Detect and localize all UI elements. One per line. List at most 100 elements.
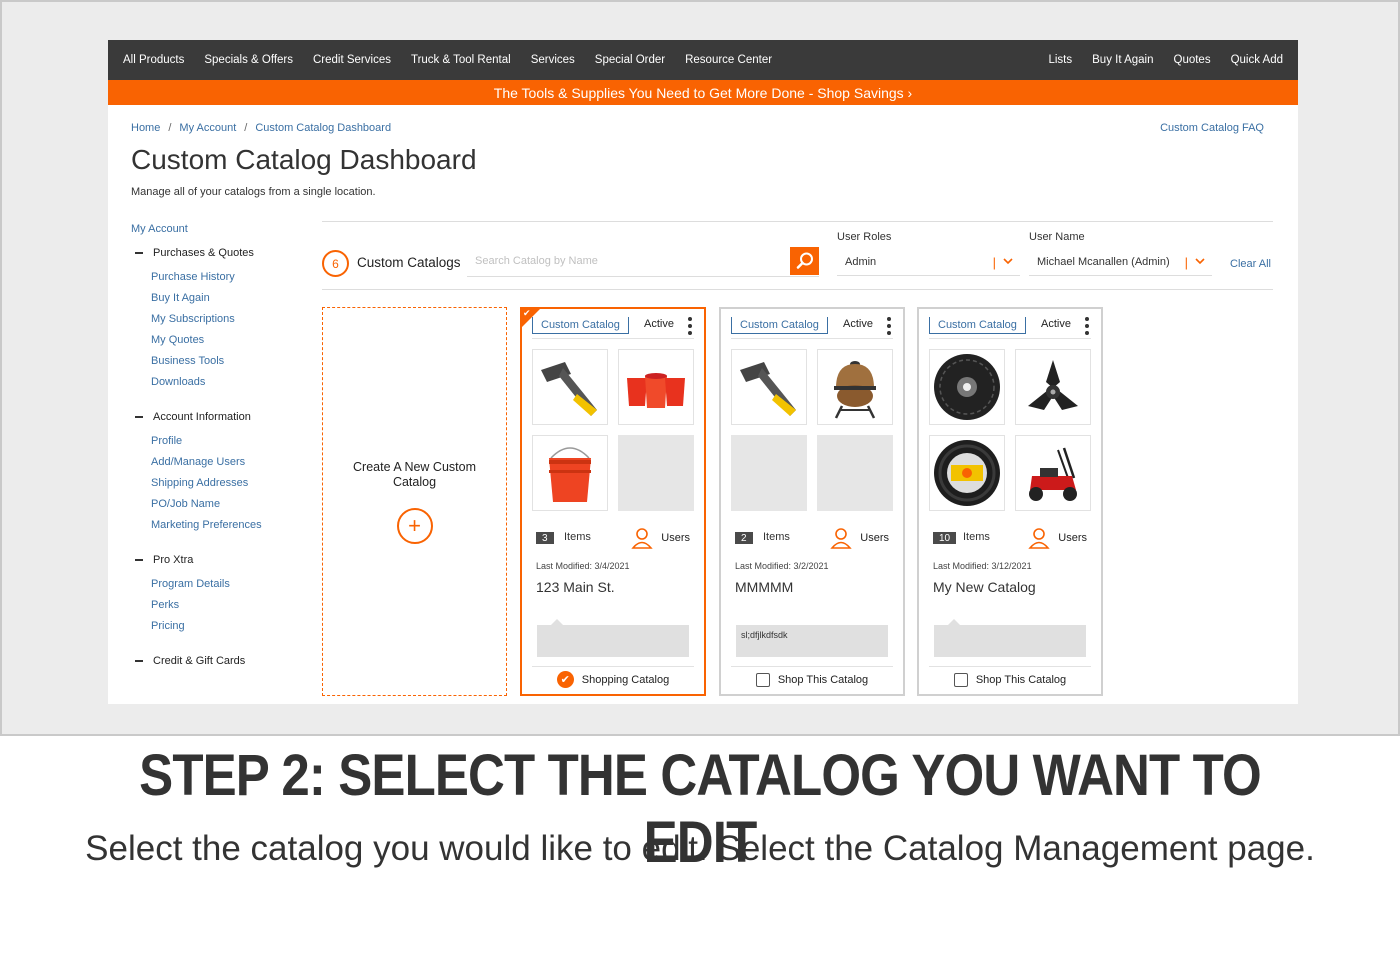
card-meta: 2 Items Users <box>735 527 889 549</box>
sidebar-item-purchase-history[interactable]: Purchase History <box>151 271 311 283</box>
divider <box>322 221 1273 222</box>
page-subtitle: Manage all of your catalogs from a singl… <box>131 186 376 198</box>
page-title: Custom Catalog Dashboard <box>131 144 477 175</box>
search-input[interactable] <box>467 247 789 275</box>
catalog-card[interactable]: ✔ Custom Catalog Active 3 Items Users La… <box>520 307 706 696</box>
sidebar-item-po-job[interactable]: PO/Job Name <box>151 498 311 510</box>
sidebar-section-pro-xtra[interactable]: Pro Xtra <box>131 554 311 566</box>
product-thumbnails <box>929 349 1091 511</box>
nav-truck-tool-rental[interactable]: Truck & Tool Rental <box>411 54 511 66</box>
shop-this-catalog-toggle[interactable]: Shop This Catalog <box>731 666 893 692</box>
screenshot-frame: All Products Specials & Offers Credit Se… <box>0 0 1400 736</box>
catalog-card[interactable]: Custom Catalog Active 2 Items Users Last… <box>719 307 905 696</box>
item-count-badge: 10 <box>933 532 957 544</box>
buckets-icon <box>627 373 685 408</box>
kebab-menu-icon[interactable] <box>1083 315 1091 339</box>
product-thumbnail <box>618 349 694 425</box>
product-thumbnail <box>731 349 807 425</box>
item-count-badge: 3 <box>536 532 554 544</box>
sidebar-item-buy-it-again[interactable]: Buy It Again <box>151 292 311 304</box>
card-header: Custom Catalog Active <box>929 317 1091 339</box>
chevron-down-icon <box>1003 258 1013 265</box>
checkbox-icon[interactable] <box>953 672 968 687</box>
collapse-icon <box>135 559 143 561</box>
users-link[interactable]: Users <box>631 527 690 549</box>
sidebar-section-account-info[interactable]: Account Information <box>131 411 311 423</box>
sidebar-item-manage-users[interactable]: Add/Manage Users <box>151 456 311 468</box>
breadcrumb-separator: / <box>168 122 172 134</box>
empty-thumbnail <box>731 435 807 511</box>
checkmark-icon: ✔ <box>523 308 531 318</box>
users-link[interactable]: Users <box>1028 527 1087 549</box>
checkmark-icon: ✔ <box>556 671 574 688</box>
sidebar-item-marketing[interactable]: Marketing Preferences <box>151 519 311 531</box>
breadcrumb-my-account[interactable]: My Account <box>179 122 236 134</box>
sidebar-item-quotes[interactable]: My Quotes <box>151 334 311 346</box>
users-label: Users <box>1058 532 1087 544</box>
hammer-icon <box>541 362 597 416</box>
nav-resource-center[interactable]: Resource Center <box>685 54 772 66</box>
clear-all-button[interactable]: Clear All <box>1230 258 1271 270</box>
shop-this-catalog-toggle[interactable]: Shop This Catalog <box>929 666 1091 692</box>
sidebar-section-credit[interactable]: Credit & Gift Cards <box>131 655 311 667</box>
user-name-label: User Name <box>1029 231 1085 243</box>
item-count-badge: 2 <box>735 532 753 544</box>
checkbox-icon[interactable] <box>755 672 770 687</box>
user-name-value: Michael Mcanallen (Admin) <box>1037 255 1170 268</box>
kebab-menu-icon[interactable] <box>885 315 893 339</box>
sidebar-item-shipping[interactable]: Shipping Addresses <box>151 477 311 489</box>
nav-credit-services[interactable]: Credit Services <box>313 54 391 66</box>
catalog-name: MMMMM <box>735 579 794 595</box>
card-header: Custom Catalog Active <box>731 317 893 339</box>
create-catalog-card[interactable]: Create A New Custom Catalog + <box>322 307 507 696</box>
nav-quick-add[interactable]: Quick Add <box>1231 54 1283 66</box>
product-thumbnails <box>731 349 893 511</box>
card-footer-label: Shopping Catalog <box>581 673 670 686</box>
sidebar-item-subscriptions[interactable]: My Subscriptions <box>151 313 311 325</box>
catalog-description <box>934 619 1086 657</box>
nav-buy-it-again[interactable]: Buy It Again <box>1092 54 1153 66</box>
user-roles-label: User Roles <box>837 231 892 243</box>
hose-icon <box>934 440 1000 506</box>
product-thumbnail <box>817 349 893 425</box>
step-description: Select the catalog you would like to edi… <box>85 829 1315 868</box>
promo-text: The Tools & Supplies You Need to Get Mor… <box>493 84 913 101</box>
collapse-icon <box>135 252 143 254</box>
sidebar-item-downloads[interactable]: Downloads <box>151 376 311 388</box>
card-footer-label: Shop This Catalog <box>777 673 869 686</box>
sidebar-section-label: Pro Xtra <box>153 554 194 566</box>
shopping-catalog-indicator[interactable]: ✔ Shopping Catalog <box>532 666 694 692</box>
nav-services[interactable]: Services <box>531 54 575 66</box>
sidebar-item-perks[interactable]: Perks <box>151 599 311 611</box>
sidebar-section-label: Credit & Gift Cards <box>153 655 246 667</box>
catalog-card[interactable]: Custom Catalog Active 10 Items Users Las… <box>917 307 1103 696</box>
search-button[interactable] <box>790 247 819 275</box>
sidebar-section-purchases[interactable]: Purchases & Quotes <box>131 247 311 259</box>
items-label: Items <box>963 531 990 543</box>
grill-icon <box>834 361 876 419</box>
nav-specials-offers[interactable]: Specials & Offers <box>204 54 293 66</box>
users-link[interactable]: Users <box>830 527 889 549</box>
kebab-menu-icon[interactable] <box>686 315 694 339</box>
nav-all-products[interactable]: All Products <box>123 54 184 66</box>
nav-special-order[interactable]: Special Order <box>595 54 665 66</box>
breadcrumb-home[interactable]: Home <box>131 122 160 134</box>
user-roles-select[interactable]: Admin | <box>837 248 1020 276</box>
user-roles-value: Admin <box>845 255 877 268</box>
user-icon <box>631 528 653 549</box>
sidebar-item-business-tools[interactable]: Business Tools <box>151 355 311 367</box>
user-name-select[interactable]: Michael Mcanallen (Admin) | <box>1029 248 1212 276</box>
faq-link[interactable]: Custom Catalog FAQ <box>1160 122 1264 134</box>
nav-lists[interactable]: Lists <box>1048 54 1072 66</box>
divider <box>322 289 1273 290</box>
promo-banner[interactable]: The Tools & Supplies You Need to Get Mor… <box>108 80 1298 105</box>
nav-quotes[interactable]: Quotes <box>1174 54 1211 66</box>
sidebar-item-profile[interactable]: Profile <box>151 435 311 447</box>
nav-left-group: All Products Specials & Offers Credit Se… <box>123 54 772 66</box>
catalog-name: My New Catalog <box>933 579 1036 595</box>
sidebar-my-account[interactable]: My Account <box>131 223 311 235</box>
breadcrumb-dashboard[interactable]: Custom Catalog Dashboard <box>255 122 391 134</box>
product-thumbnails <box>532 349 694 511</box>
sidebar-item-program-details[interactable]: Program Details <box>151 578 311 590</box>
sidebar-item-pricing[interactable]: Pricing <box>151 620 311 632</box>
